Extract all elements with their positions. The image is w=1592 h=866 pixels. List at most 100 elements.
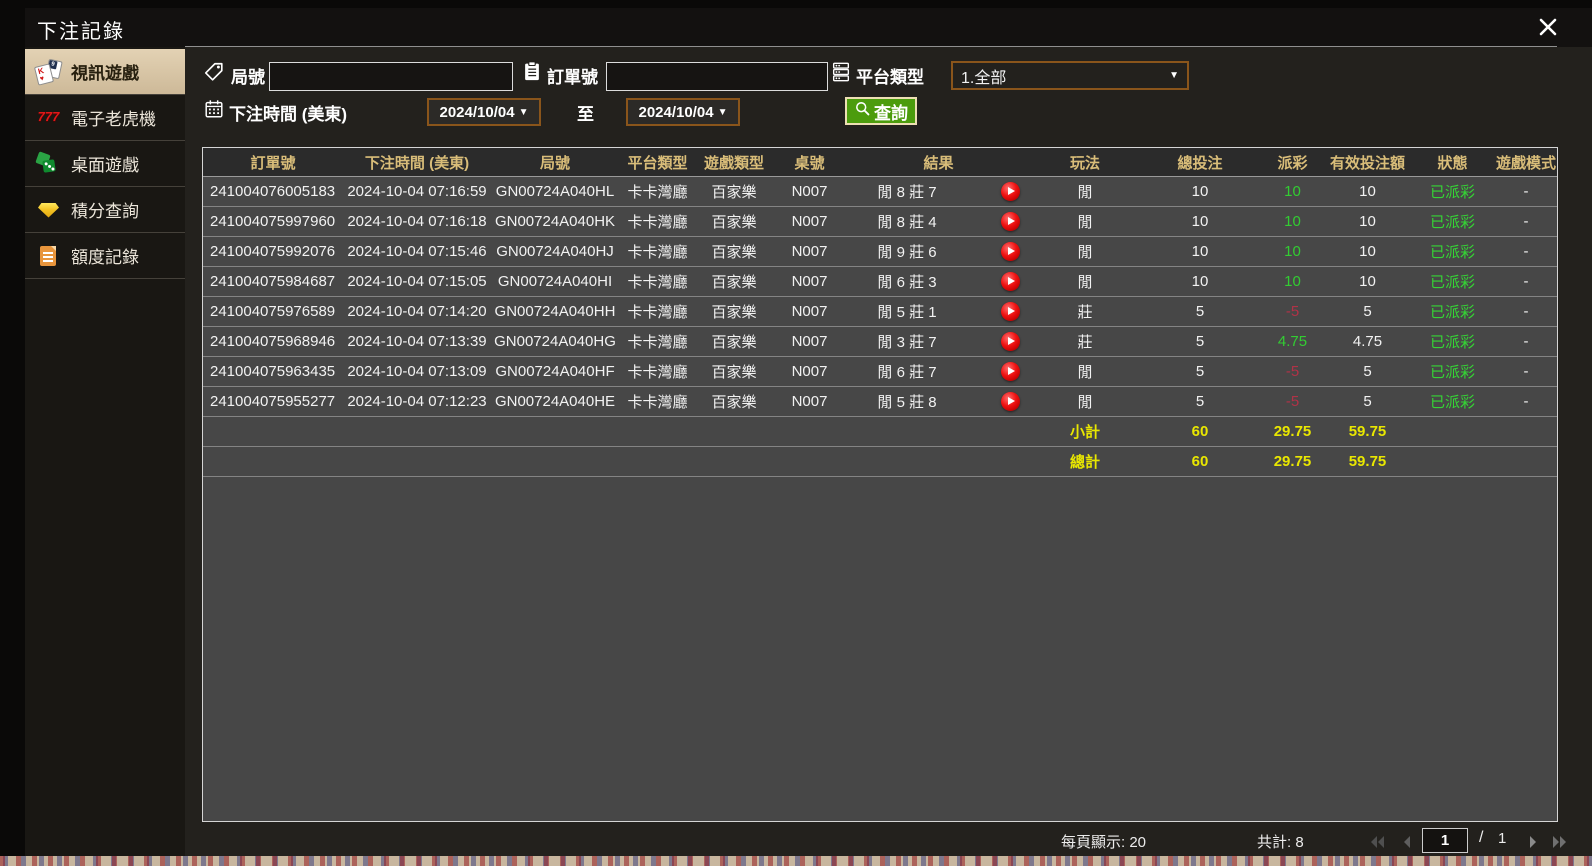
sidebar-item-slots[interactable]: 777 電子老虎機 [25,95,185,141]
cell-valid-bet: 5 [1363,303,1372,320]
bet-records-table: 訂單號 下注時間 (美東) 局號 平台類型 遊戲類型 桌號 結果 玩法 總投注 … [202,147,1558,822]
result-text: 閒 3 莊 7 [877,334,937,351]
sidebar-item-quota-records[interactable]: 額度記錄 [25,233,185,279]
table-row: 241004075963435 2024-10-04 07:13:09 GN00… [203,357,1557,387]
grand-total-valid-bet: 59.75 [1348,453,1387,470]
result-text: 閒 8 莊 7 [877,184,937,201]
cell-status: 已派彩 [1429,244,1475,261]
cell-total-bet: 10 [1191,243,1209,260]
close-icon[interactable] [1537,16,1559,38]
grand-total-total-bet: 60 [1191,453,1209,470]
chevron-down-icon: ▼ [518,106,529,118]
cell-payout: 10 [1284,243,1301,260]
clipboard-icon [521,60,543,82]
first-page-icon[interactable] [1368,834,1386,850]
cell-bet-time: 2024-10-04 07:13:09 [347,363,487,380]
cell-bet-time: 2024-10-04 07:16:59 [347,183,487,200]
col-header-bet-time: 下注時間 (美東) [364,154,470,172]
cell-status: 已派彩 [1429,394,1475,411]
cell-order-no: 241004076005183 [210,183,336,200]
cell-result: 閒 8 莊 7 [847,181,1030,202]
playing-cards-icon: 9 K ♥ [33,58,63,86]
play-video-icon[interactable] [1001,242,1020,261]
cell-result: 閒 5 莊 8 [847,391,1030,412]
col-header-platform: 平台類型 [627,154,688,172]
record-count-label: 共計: 8 [1257,834,1304,851]
main-panel: 局號 訂單號 平台類型 1.全部 ▼ 下注時間 (美東) 2024/10/04 … [185,47,1592,856]
cell-valid-bet: 5 [1363,363,1372,380]
cell-result: 閒 6 莊 3 [847,271,1030,292]
sidebar-item-live-games[interactable]: 9 K ♥ 視訊遊戲 [25,49,196,95]
search-icon [854,100,871,122]
cell-platform: 卡卡灣廳 [627,364,688,381]
cell-table-no: N007 [791,213,828,230]
cell-game-type: 百家樂 [711,214,757,231]
table-row: 241004075955277 2024-10-04 07:12:23 GN00… [203,387,1557,417]
cell-game-mode: - [1523,183,1529,200]
chevron-down-icon: ▼ [717,106,728,118]
play-video-icon[interactable] [1001,362,1020,381]
background-game-strip [0,856,1592,866]
sidebar-item-label: 桌面遊戲 [71,156,139,175]
sidebar-item-label: 視訊遊戲 [71,64,139,83]
col-header-play: 玩法 [1069,154,1100,172]
prev-page-icon[interactable] [1398,834,1416,850]
play-video-icon[interactable] [1001,182,1020,201]
cell-payout: 4.75 [1277,333,1308,350]
cell-payout: -5 [1285,393,1300,410]
result-text: 閒 5 莊 1 [877,304,937,321]
subtotal-payout: 29.75 [1273,423,1312,440]
date-to-picker[interactable]: 2024/10/04 ▼ [626,98,740,126]
play-video-icon[interactable] [1001,212,1020,231]
table-row: 241004076005183 2024-10-04 07:16:59 GN00… [203,177,1557,207]
cell-result: 閒 6 莊 7 [847,361,1030,382]
date-range-to-label: 至 [577,105,594,124]
cell-play-type: 閒 [1077,214,1093,231]
play-video-icon[interactable] [1001,392,1020,411]
date-from-value: 2024/10/04 [439,103,515,121]
result-text: 閒 9 莊 6 [877,244,937,261]
date-from-picker[interactable]: 2024/10/04 ▼ [427,98,541,126]
play-video-icon[interactable] [1001,332,1020,351]
cell-play-type: 閒 [1077,184,1093,201]
result-text: 閒 6 莊 7 [877,364,937,381]
sidebar-item-label: 額度記錄 [71,248,139,267]
cell-total-bet: 5 [1195,303,1205,320]
sidebar-item-table-games[interactable]: 桌面遊戲 [25,141,185,187]
col-header-order-no: 訂單號 [250,154,296,172]
table-row: 241004075968946 2024-10-04 07:13:39 GN00… [203,327,1557,357]
cell-game-type: 百家樂 [711,184,757,201]
cell-game-mode: - [1523,333,1529,350]
cell-play-type: 閒 [1077,274,1093,291]
cell-total-bet: 5 [1195,393,1205,410]
play-video-icon[interactable] [1001,272,1020,291]
search-button[interactable]: 查詢 [845,97,917,125]
play-video-icon[interactable] [1001,302,1020,321]
last-page-icon[interactable] [1551,834,1569,850]
cell-valid-bet: 4.75 [1352,333,1383,350]
round-no-input[interactable] [269,62,513,91]
cell-result: 閒 5 莊 1 [847,301,1030,322]
col-header-game-mode: 遊戲模式 [1495,154,1556,172]
subtotal-total-bet: 60 [1191,423,1209,440]
cell-game-mode: - [1523,393,1529,410]
cell-total-bet: 10 [1191,213,1209,230]
bet-records-modal: 下注記錄 9 K ♥ 視訊遊戲 777 電子老虎機 桌面遊戲 積分查詢 額度記錄… [25,8,1592,856]
grand-total-row: 總計 60 29.75 59.75 [203,447,1557,477]
cell-table-no: N007 [791,243,828,260]
platform-type-dropdown[interactable]: 1.全部 ▼ [951,61,1189,90]
cell-bet-time: 2024-10-04 07:14:20 [347,303,487,320]
current-page-input[interactable]: 1 [1422,828,1468,853]
sidebar-item-points[interactable]: 積分查詢 [25,187,185,233]
cell-table-no: N007 [791,183,828,200]
cell-bet-time: 2024-10-04 07:16:18 [347,213,487,230]
order-no-input[interactable] [606,62,828,91]
table-row: 241004075997960 2024-10-04 07:16:18 GN00… [203,207,1557,237]
cell-order-no: 241004075984687 [210,273,336,290]
cell-result: 閒 3 莊 7 [847,331,1030,352]
next-page-icon[interactable] [1524,834,1542,850]
cell-bet-time: 2024-10-04 07:15:05 [347,273,487,290]
cell-round-no: GN00724A040HF [495,363,615,380]
subtotal-label: 小計 [1069,424,1100,441]
total-pages-label: 1 [1498,830,1507,847]
